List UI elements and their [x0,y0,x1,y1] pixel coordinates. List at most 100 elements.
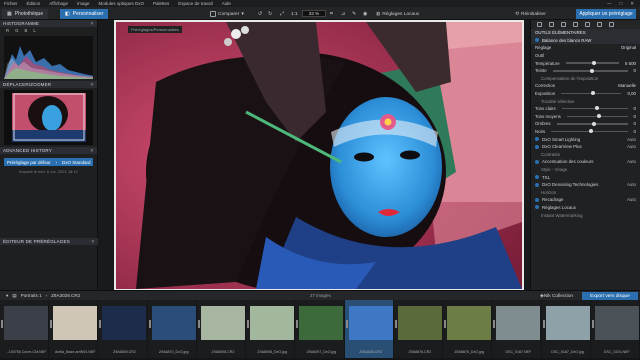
tool-row[interactable]: Noirs 0 [531,128,640,136]
filmstrip-thumbnail[interactable]: Arella_Base-arrW04.NEF [49,300,98,358]
filmstrip-thumbnail[interactable]: Z9A8876.CR2 [393,300,443,358]
reinit-button[interactable]: ⟲ Réinitialiser [515,10,546,18]
close-icon[interactable]: ✕ [90,82,97,88]
slider-knob[interactable] [590,68,595,73]
main-photo[interactable]: Préréglages/Personnalisés [114,20,524,291]
toggle-icon[interactable] [535,182,539,187]
tool-row[interactable]: Teinte 0 [531,67,640,75]
rotate-right-button[interactable]: ↻ [268,10,272,18]
toggle-icon[interactable] [535,175,539,180]
tool-row[interactable]: Accentuation des couleurs Auto [531,158,640,166]
tool-row[interactable]: Outil [531,52,640,60]
tool-slider[interactable] [561,91,622,96]
tab-personnaliser[interactable]: ◧ Personnaliser [60,9,109,19]
detail-icon[interactable] [561,22,566,27]
tool-row[interactable]: Instant Watermarking [531,211,640,219]
menu-modules[interactable]: Modules optiques DxO [98,1,144,6]
compare-button[interactable]: Comparer ▾ [210,10,244,18]
tool-row[interactable]: Température 5 500 [531,59,640,67]
tool-row[interactable]: Horizon [531,188,640,196]
history-item[interactable]: Préréglage par défaut › DxO Standard [4,158,93,166]
tool-row[interactable]: Réglage Original [531,44,640,52]
repair-button[interactable]: ✎ [352,10,356,18]
preset-editor-header[interactable]: ÉDITEUR DE PRÉRÉGLAGES ✕ [0,238,98,245]
tool-row[interactable]: Correction Manuelle [531,82,640,90]
tool-row[interactable]: DxO Denoising Technologies Auto [531,181,640,189]
maximize-icon[interactable]: □ [620,1,623,7]
tool-row[interactable]: Recadrage Auto [531,196,640,204]
tool-row[interactable]: Balance des blancs RAW [531,36,640,45]
straighten-button[interactable]: ⊿ [341,10,345,18]
menu-edition[interactable]: Édition [27,1,41,6]
navigator-header[interactable]: DÉPLACER/ZOOMER ✕ [0,81,97,88]
folder-icon[interactable]: ▤ [12,293,16,299]
tool-value[interactable]: Original [621,45,636,50]
menu-aide[interactable]: Aide [222,1,231,6]
apply-preset-button[interactable]: Appliquer un préréglage [576,9,636,19]
crop-button[interactable]: ⌗ [330,10,333,18]
toggle-icon[interactable] [535,205,539,210]
tool-slider[interactable] [566,114,628,119]
close-icon[interactable]: ✕ [90,21,97,27]
tool-row[interactable]: Contraste [531,151,640,159]
tool-slider[interactable] [561,106,628,111]
tool-slider[interactable] [565,60,619,65]
tool-row[interactable]: DxO Smart Lighting Auto [531,135,640,143]
toggle-icon[interactable] [535,159,539,164]
star-icon[interactable] [609,22,614,27]
menu-fichier[interactable]: Fichier [4,1,18,6]
zoom-field[interactable]: 33 % [302,10,326,17]
channel-r[interactable]: R [6,28,9,33]
tool-row[interactable]: Réglages Locaux [531,204,640,212]
export-button[interactable]: Export vers disque [582,292,638,300]
histogram-header[interactable]: HISTOGRAMME ✕ [0,20,97,27]
watermark-icon[interactable] [597,22,602,27]
minimize-icon[interactable]: — [607,1,612,7]
filmstrip-thumbnail[interactable]: DSC_0187_DxO.jpg [541,300,590,358]
tool-slider[interactable] [552,68,628,73]
tool-value[interactable]: Manuelle [618,83,636,88]
slider-knob[interactable] [591,91,596,96]
menu-espace[interactable]: Espace de travail [178,1,213,6]
tool-row[interactable]: DxO ClearView Plus Auto [531,143,640,151]
close-icon[interactable]: ✕ [90,148,97,154]
slider-knob[interactable] [594,106,599,111]
tools-section-header[interactable]: OUTILS ÉLÉMENTAIRES [531,29,640,37]
tool-row[interactable]: Exposition 0,00 [531,90,640,98]
menu-affichage[interactable]: Affichage [49,1,68,6]
history-header[interactable]: ADVANCED HISTORY ✕ [0,147,97,154]
channel-g[interactable]: G [15,28,18,33]
navigator-preview[interactable] [4,90,93,145]
filmstrip-thumbnail[interactable]: Z9A6870_DxO.jpg [147,300,196,358]
toggle-icon[interactable] [535,197,539,202]
channel-b[interactable]: B [24,28,27,33]
tool-row[interactable]: Tonalité sélective [531,97,640,105]
filmstrip-thumbnail[interactable]: Z9A6098_DxO.jpg [246,300,295,358]
tool-slider[interactable] [556,121,628,126]
one-to-one-button[interactable]: 1:1 [291,10,298,18]
slider-knob[interactable] [597,114,602,119]
color-icon[interactable] [549,22,554,27]
filmstrip-thumbnail[interactable]: ...100755 Cover-CM.NEF [0,300,49,358]
fit-button[interactable]: ⤢ [280,10,284,18]
toggle-icon[interactable] [535,137,539,142]
local-icon[interactable] [585,22,590,27]
tool-slider[interactable] [551,129,628,134]
redeye-button[interactable]: ◉ [363,10,367,18]
close-icon[interactable]: ✕ [630,1,634,7]
nik-collection-button[interactable]: ◈ Nik Collection [540,292,573,300]
filmstrip-thumbnail[interactable]: DSC_0201.NEF [590,300,640,358]
menu-image[interactable]: Image [77,1,90,6]
close-icon[interactable]: ✕ [91,239,98,245]
tool-row[interactable]: Tons clairs 0 [531,105,640,113]
tool-row[interactable]: Ombres 0 [531,120,640,128]
filmstrip-thumbnail[interactable]: Z9A6098.CR2 [196,300,246,358]
slider-knob[interactable] [592,121,597,126]
tool-row[interactable]: Compensation de l'exposition [531,75,640,83]
filter-icon[interactable]: ▾ [6,293,8,299]
local-adjust-button[interactable]: ◍ Réglages Locaux [376,10,419,18]
filmstrip-thumbnail[interactable]: DSC_0187.NEF [492,300,541,358]
filmstrip-thumbnail[interactable]: Z9A6097_DxO.jpg [295,300,344,358]
tool-row[interactable]: Tons moyens 0 [531,113,640,121]
toggle-icon[interactable] [535,38,539,43]
